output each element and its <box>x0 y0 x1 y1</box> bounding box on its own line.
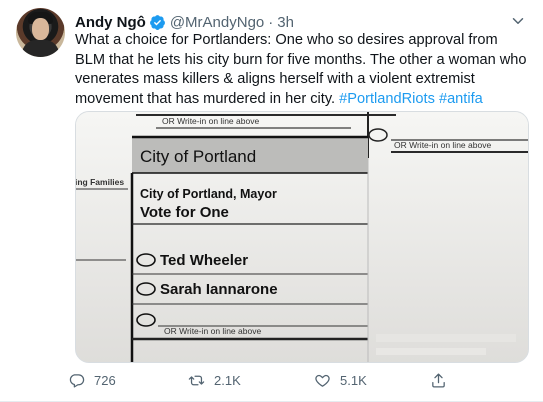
verified-badge-icon <box>149 14 165 30</box>
bleed-through-text-2 <box>376 348 486 355</box>
avatar-shirt <box>22 40 59 57</box>
write-in-label-top: OR Write-in on line above <box>162 116 259 126</box>
hashtag-antifa[interactable]: #antifa <box>439 91 483 107</box>
retweet-count: 2.1K <box>214 373 241 388</box>
ballot-photo: OR Write-in on line above OR Write-in on… <box>76 112 528 362</box>
author-name[interactable]: Andy Ngô <box>75 14 146 31</box>
bleed-through-text <box>376 334 516 342</box>
share-icon <box>432 373 445 388</box>
tweet-header: Andy Ngô @MrAndyNgo · 3h <box>75 12 294 32</box>
tweet[interactable]: Andy Ngô @MrAndyNgo · 3h What a choice f… <box>0 0 543 402</box>
section-header-text: City of Portland <box>140 147 256 166</box>
author-handle[interactable]: @MrAndyNgo <box>170 14 264 31</box>
tweet-actions: 726 2.1K 5.1K <box>68 372 468 394</box>
heart-icon <box>315 374 330 387</box>
reply-button[interactable]: 726 <box>68 372 116 389</box>
cut-off-candidate: Grant Liecr <box>416 112 480 113</box>
reply-icon <box>69 374 85 388</box>
header-separator: · <box>268 13 274 31</box>
reply-count: 726 <box>94 373 116 388</box>
tweet-text: What a choice for Portlanders: One who s… <box>75 31 527 109</box>
vote-instruction: Vote for One <box>140 204 229 221</box>
retweet-icon <box>188 375 205 386</box>
like-button[interactable]: 5.1K <box>314 372 367 389</box>
retweet-button[interactable]: 2.1K <box>188 372 241 389</box>
hashtag-portlandriots[interactable]: #PortlandRiots <box>339 91 435 107</box>
share-button[interactable] <box>430 372 456 389</box>
write-in-label-right: OR Write-in on line above <box>394 140 491 150</box>
candidate-2-name: Sarah Iannarone <box>160 281 278 298</box>
left-fragment-text: ing Families <box>76 177 124 187</box>
tweet-media-image[interactable]: OR Write-in on line above OR Write-in on… <box>75 111 529 363</box>
like-count: 5.1K <box>340 373 367 388</box>
candidate-1-name: Ted Wheeler <box>160 252 248 269</box>
tweet-timestamp[interactable]: 3h <box>277 14 294 31</box>
race-title: City of Portland, Mayor <box>140 187 277 201</box>
write-in-label-bottom: OR Write-in on line above <box>164 326 261 336</box>
avatar-face <box>32 18 49 40</box>
chevron-down-icon[interactable] <box>509 12 527 30</box>
avatar[interactable] <box>16 8 65 57</box>
